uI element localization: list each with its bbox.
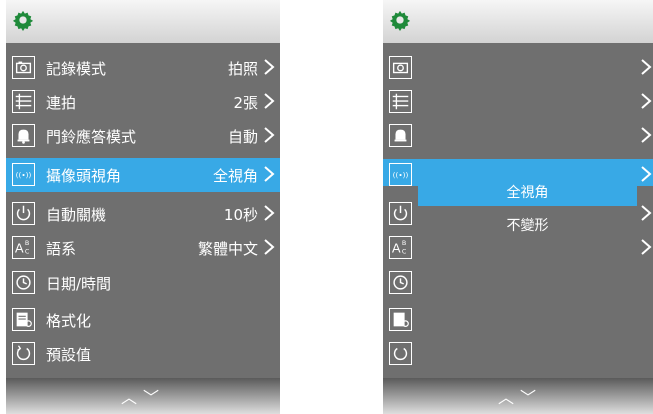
bell-icon	[12, 124, 35, 147]
menu-item-value: 繁體中文	[197, 240, 258, 258]
menu-item-format[interactable]	[383, 303, 653, 337]
clock-icon	[12, 271, 35, 294]
menu-item-value: 自動	[227, 128, 258, 146]
menu-item-record-mode[interactable]	[383, 51, 653, 85]
menu-item-record-mode[interactable]: 記錄模式 拍照	[6, 51, 280, 85]
menu-item-date-time[interactable]	[383, 266, 653, 300]
menu-item-value: 2張	[233, 94, 258, 112]
menu-item-doorbell-mode[interactable]	[383, 119, 653, 153]
menu-item-burst[interactable]: 連拍 2張	[6, 85, 280, 119]
chevron-right-icon	[640, 204, 652, 222]
chevron-right-icon	[263, 238, 275, 256]
language-icon: ABC	[389, 236, 412, 259]
burst-list-icon	[12, 90, 35, 113]
menu-item-burst[interactable]	[383, 85, 653, 119]
gear-icon[interactable]	[389, 9, 411, 31]
settings-header	[6, 0, 280, 43]
format-icon	[389, 308, 412, 331]
language-icon: ABC	[12, 236, 35, 259]
menu-item-camera-view[interactable]: ((•)) 攝像頭視角 全視角	[6, 158, 280, 192]
menu-item-label: 連拍	[46, 94, 77, 112]
format-icon	[12, 308, 35, 331]
settings-panel-right: ((•)) ABC 全視角 不變形 ︿﹀	[383, 0, 653, 414]
chevron-right-icon	[263, 58, 275, 76]
up-down-arrows-icon[interactable]: ︿﹀	[6, 384, 280, 408]
menu-footer: ︿﹀	[6, 378, 280, 414]
menu-item-auto-power-off[interactable]: 自動關機 10秒	[6, 197, 280, 231]
menu-item-label: 攝像頭視角	[46, 167, 122, 185]
chevron-right-icon	[640, 126, 652, 144]
camera-view-icon: ((•))	[389, 163, 412, 186]
chevron-right-icon	[640, 238, 652, 256]
chevron-right-icon	[640, 165, 652, 183]
svg-text:B: B	[25, 239, 29, 247]
chevron-right-icon	[640, 92, 652, 110]
menu-item-reset[interactable]	[383, 337, 653, 371]
chevron-right-icon	[263, 204, 275, 222]
menu-item-language[interactable]: ABC 語系 繁體中文	[6, 231, 280, 265]
menu-item-doorbell-mode[interactable]: 門鈴應答模式 自動	[6, 119, 280, 153]
menu-item-value: 10秒	[223, 206, 258, 224]
menu-item-format[interactable]: 格式化	[6, 303, 280, 337]
option-no-distortion[interactable]: 不變形	[418, 214, 637, 239]
camera-view-options-popup: 全視角 不變形	[418, 181, 637, 241]
svg-text:C: C	[402, 247, 407, 255]
camera-icon	[389, 56, 412, 79]
chevron-right-icon	[263, 165, 275, 183]
menu-item-label: 格式化	[46, 312, 92, 330]
menu-item-label: 語系	[46, 240, 77, 258]
chevron-right-icon	[263, 126, 275, 144]
menu-item-label: 日期/時間	[46, 275, 112, 293]
camera-icon	[12, 56, 35, 79]
gear-icon[interactable]	[12, 9, 34, 31]
settings-header	[383, 0, 653, 43]
reset-icon	[12, 342, 35, 365]
up-down-arrows-icon[interactable]: ︿﹀	[383, 384, 653, 408]
menu-item-label: 自動關機	[46, 206, 107, 224]
camera-view-icon: ((•))	[12, 163, 35, 186]
reset-icon	[389, 342, 412, 365]
menu-item-date-time[interactable]: 日期/時間	[6, 266, 280, 300]
menu-item-reset[interactable]: 預設值	[6, 337, 280, 371]
chevron-right-icon	[640, 58, 652, 76]
menu-item-label: 記錄模式	[46, 60, 107, 78]
menu-item-value: 拍照	[227, 60, 258, 78]
burst-list-icon	[389, 90, 412, 113]
menu-item-value: 全視角	[212, 167, 258, 185]
svg-text:B: B	[402, 239, 406, 247]
menu-item-label: 門鈴應答模式	[46, 128, 137, 146]
power-icon	[389, 202, 412, 225]
clock-icon	[389, 271, 412, 294]
option-full-view[interactable]: 全視角	[418, 181, 637, 206]
power-icon	[12, 202, 35, 225]
settings-panel-left: 記錄模式 拍照 連拍 2張 門鈴應答模式 自動 ((•)) 攝像頭視角 全視角 …	[6, 0, 280, 414]
svg-text:((•)): ((•))	[393, 171, 409, 180]
svg-text:A: A	[392, 242, 401, 257]
svg-text:((•)): ((•))	[16, 171, 32, 180]
menu-footer: ︿﹀	[383, 378, 653, 414]
chevron-right-icon	[263, 92, 275, 110]
menu-item-label: 預設值	[46, 346, 92, 364]
bell-icon	[389, 124, 412, 147]
svg-text:C: C	[25, 247, 30, 255]
svg-text:A: A	[15, 242, 24, 257]
